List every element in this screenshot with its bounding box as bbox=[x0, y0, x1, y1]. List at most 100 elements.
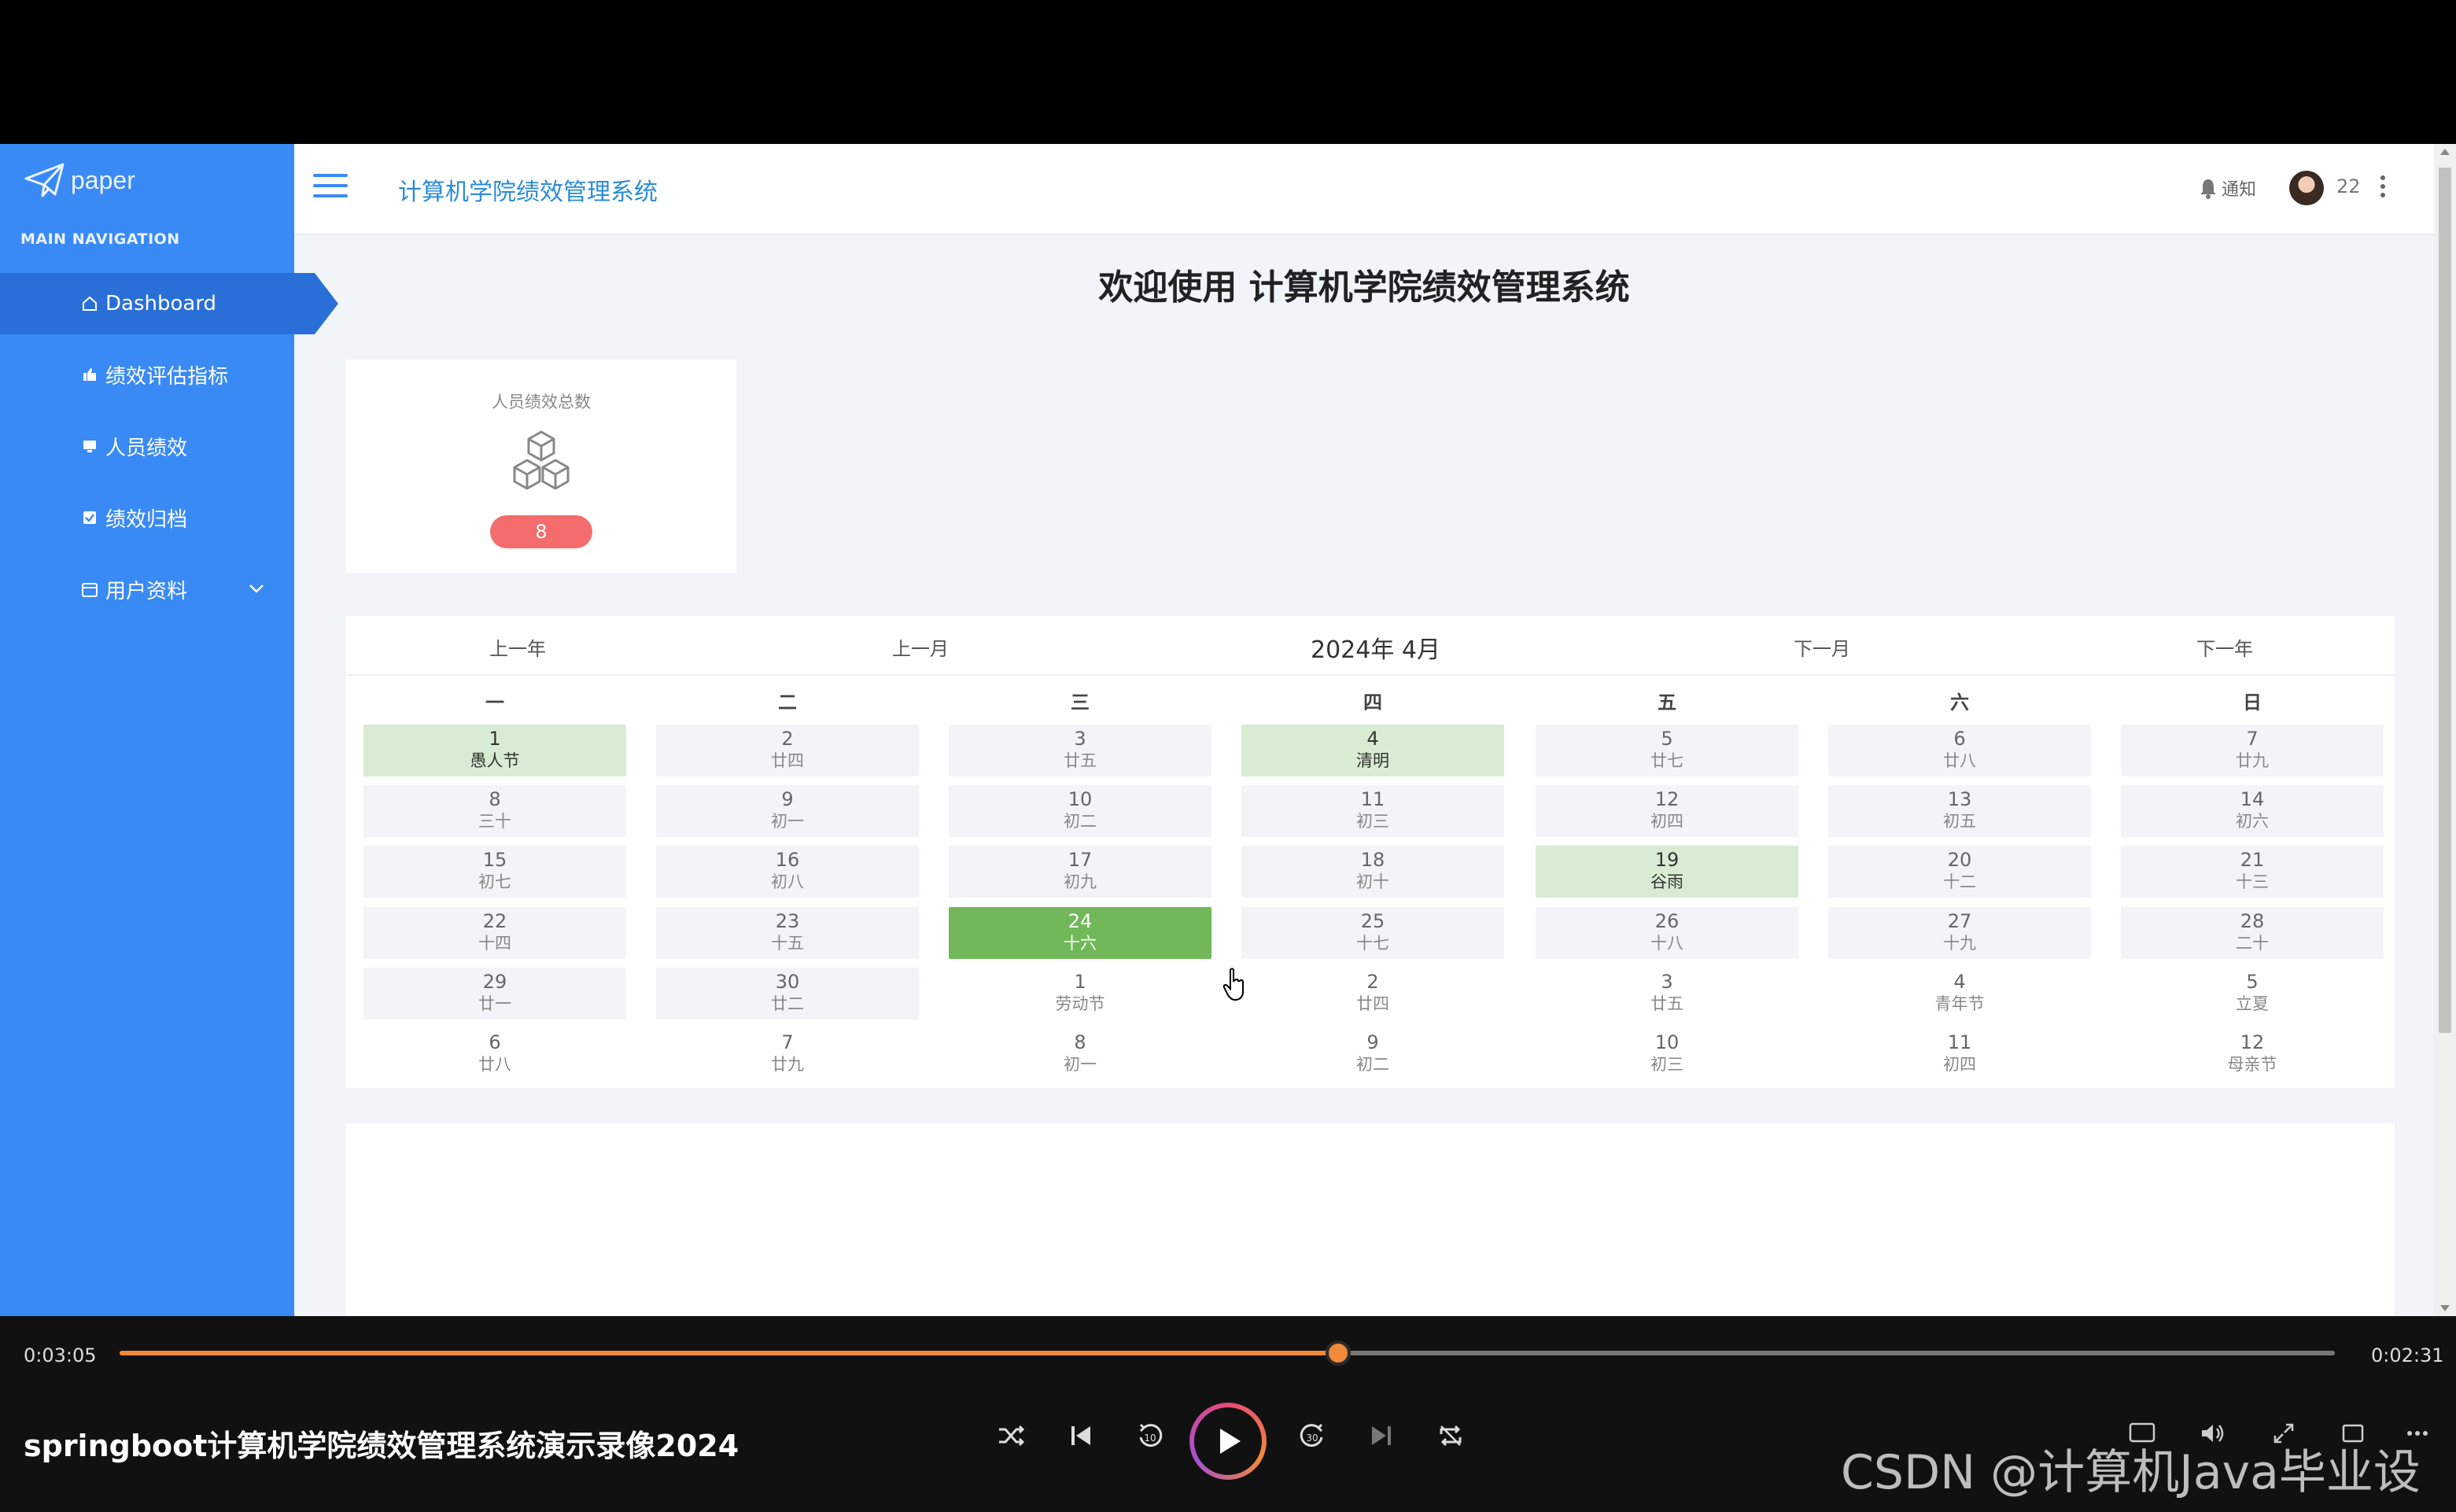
calendar-day[interactable]: 26 十八 bbox=[1536, 907, 1798, 959]
rewind-icon[interactable]: 10 bbox=[1128, 1414, 1172, 1458]
calendar-day[interactable]: 25 十七 bbox=[1241, 907, 1504, 959]
calendar-day[interactable]: 11 初三 bbox=[1241, 785, 1504, 837]
lunar-label: 廿九 bbox=[2236, 751, 2269, 770]
chevron-down-icon[interactable] bbox=[245, 577, 267, 599]
user-name[interactable]: 22 bbox=[2336, 175, 2361, 197]
scroll-down-icon[interactable] bbox=[2440, 1305, 2450, 1311]
skip-next-icon[interactable] bbox=[1359, 1414, 1403, 1458]
sidebar-item-label: 绩效归档 bbox=[105, 507, 188, 532]
calendar-day[interactable]: 28 二十 bbox=[2121, 907, 2384, 959]
calendar-day[interactable]: 29 廿一 bbox=[363, 968, 626, 1020]
calendar-day[interactable]: 11 初四 bbox=[1828, 1028, 2091, 1080]
sidebar-item-indicators[interactable]: 绩效评估指标 bbox=[0, 344, 294, 405]
logo[interactable]: paper bbox=[24, 161, 135, 199]
fast-forward-icon[interactable]: 30 bbox=[1290, 1414, 1334, 1458]
notification-button[interactable]: 通知 bbox=[2198, 175, 2256, 201]
lunar-label: 初三 bbox=[1356, 812, 1389, 831]
calendar-day[interactable]: 17 初九 bbox=[949, 846, 1211, 898]
calendar-day[interactable]: 19 谷雨 bbox=[1536, 846, 1798, 898]
play-button[interactable] bbox=[1189, 1403, 1267, 1480]
lunar-label: 十三 bbox=[2236, 872, 2269, 891]
progress-slider[interactable] bbox=[120, 1341, 2335, 1366]
sidebar-item-label: Dashboard bbox=[105, 292, 217, 315]
calendar-day[interactable]: 7 廿九 bbox=[2121, 725, 2384, 776]
calendar-day[interactable]: 9 初一 bbox=[656, 785, 919, 837]
day-number: 1 bbox=[489, 728, 501, 750]
skip-previous-icon[interactable] bbox=[1059, 1414, 1103, 1458]
calendar-day[interactable]: 21 十三 bbox=[2121, 846, 2384, 898]
calendar-day[interactable]: 23 十五 bbox=[656, 907, 919, 959]
day-number: 20 bbox=[1947, 849, 1972, 871]
calendar-day[interactable]: 1 愚人节 bbox=[363, 725, 626, 776]
day-number: 2 bbox=[781, 728, 794, 750]
calendar-day-today[interactable]: 24 十六 bbox=[949, 907, 1211, 959]
calendar-day[interactable]: 1 劳动节 bbox=[949, 968, 1211, 1020]
more-vertical-icon[interactable] bbox=[2379, 175, 2387, 201]
calendar-day[interactable]: 27 十九 bbox=[1828, 907, 2091, 959]
calendar-day[interactable]: 13 初五 bbox=[1828, 785, 2091, 837]
lunar-label: 初五 bbox=[1943, 812, 1976, 831]
calendar-day[interactable]: 7 廿九 bbox=[656, 1028, 919, 1080]
vertical-scrollbar[interactable] bbox=[2434, 144, 2456, 1316]
sidebar-item-archive[interactable]: 绩效归档 bbox=[0, 487, 294, 548]
home-icon bbox=[80, 294, 99, 313]
prev-year-button[interactable]: 上一年 bbox=[489, 633, 546, 661]
prev-month-button[interactable]: 上一月 bbox=[892, 633, 949, 661]
scroll-up-icon[interactable] bbox=[2440, 149, 2450, 155]
progress-knob[interactable] bbox=[1325, 1341, 1351, 1366]
calendar-day[interactable]: 18 初十 bbox=[1241, 846, 1504, 898]
calendar-day[interactable]: 12 母亲节 bbox=[2121, 1028, 2384, 1080]
content-panel bbox=[346, 1123, 2395, 1316]
day-number: 21 bbox=[2240, 849, 2265, 871]
calendar-day[interactable]: 8 初一 bbox=[949, 1028, 1211, 1080]
calendar-day[interactable]: 6 廿八 bbox=[1828, 725, 2091, 776]
day-number: 22 bbox=[482, 910, 507, 932]
menu-toggle-icon[interactable] bbox=[313, 174, 348, 202]
calendar-day[interactable]: 4 清明 bbox=[1241, 725, 1504, 776]
lunar-label: 廿五 bbox=[1650, 994, 1683, 1013]
sidebar-item-dashboard[interactable]: Dashboard bbox=[0, 273, 338, 334]
calendar-day[interactable]: 12 初四 bbox=[1536, 785, 1798, 837]
calendar-day[interactable]: 9 初二 bbox=[1241, 1028, 1504, 1080]
calendar-day[interactable]: 2 廿四 bbox=[656, 725, 919, 776]
lunar-label: 十六 bbox=[1064, 934, 1097, 953]
calendar-day[interactable]: 2 廿四 bbox=[1241, 968, 1504, 1020]
repeat-icon[interactable] bbox=[1429, 1414, 1473, 1458]
day-number: 10 bbox=[1068, 788, 1093, 810]
sidebar-item-label: 用户资料 bbox=[105, 579, 188, 603]
sidebar-item-user-profile[interactable]: 用户资料 bbox=[0, 559, 294, 620]
calendar-day[interactable]: 5 立夏 bbox=[2121, 968, 2384, 1020]
calendar-day[interactable]: 10 初二 bbox=[949, 785, 1211, 837]
calendar-day[interactable]: 8 三十 bbox=[363, 785, 626, 837]
lunar-label: 初二 bbox=[1064, 812, 1097, 831]
shuffle-icon[interactable] bbox=[990, 1414, 1034, 1458]
calendar-day[interactable]: 3 廿五 bbox=[949, 725, 1211, 776]
calendar-day[interactable]: 10 初三 bbox=[1536, 1028, 1798, 1080]
stat-card-performance-total: 人员绩效总数 8 bbox=[346, 360, 736, 573]
calendar-day[interactable]: 15 初七 bbox=[363, 846, 626, 898]
next-year-button[interactable]: 下一年 bbox=[2196, 633, 2253, 661]
calendar-day[interactable]: 5 廿七 bbox=[1536, 725, 1798, 776]
user-avatar[interactable] bbox=[2289, 171, 2324, 205]
sidebar-item-staff-performance[interactable]: 人员绩效 bbox=[0, 415, 294, 477]
day-number: 24 bbox=[1068, 910, 1093, 932]
lunar-label: 愚人节 bbox=[470, 751, 520, 770]
calendar-day[interactable]: 4 青年节 bbox=[1828, 968, 2091, 1020]
lunar-label: 廿四 bbox=[771, 751, 804, 770]
calendar-day[interactable]: 22 十四 bbox=[363, 907, 626, 959]
nav-caption: MAIN NAVIGATION bbox=[20, 230, 180, 248]
next-month-button[interactable]: 下一月 bbox=[1794, 633, 1850, 661]
calendar-day[interactable]: 14 初六 bbox=[2121, 785, 2384, 837]
calendar-day[interactable]: 20 十二 bbox=[1828, 846, 2091, 898]
lunar-label: 十八 bbox=[1650, 934, 1683, 953]
scrollbar-thumb[interactable] bbox=[2439, 168, 2451, 1033]
calendar-day[interactable]: 16 初八 bbox=[656, 846, 919, 898]
calendar-day[interactable]: 6 廿八 bbox=[363, 1028, 626, 1080]
welcome-heading: 欢迎使用 计算机学院绩效管理系统 bbox=[1098, 267, 1630, 308]
day-number: 10 bbox=[1654, 1031, 1680, 1053]
calendar-day[interactable]: 3 廿五 bbox=[1536, 968, 1798, 1020]
lunar-label: 廿九 bbox=[771, 1055, 804, 1074]
app-title: 计算机学院绩效管理系统 bbox=[398, 179, 658, 206]
day-number: 4 bbox=[1953, 971, 1966, 993]
calendar-day[interactable]: 30 廿二 bbox=[656, 968, 919, 1020]
